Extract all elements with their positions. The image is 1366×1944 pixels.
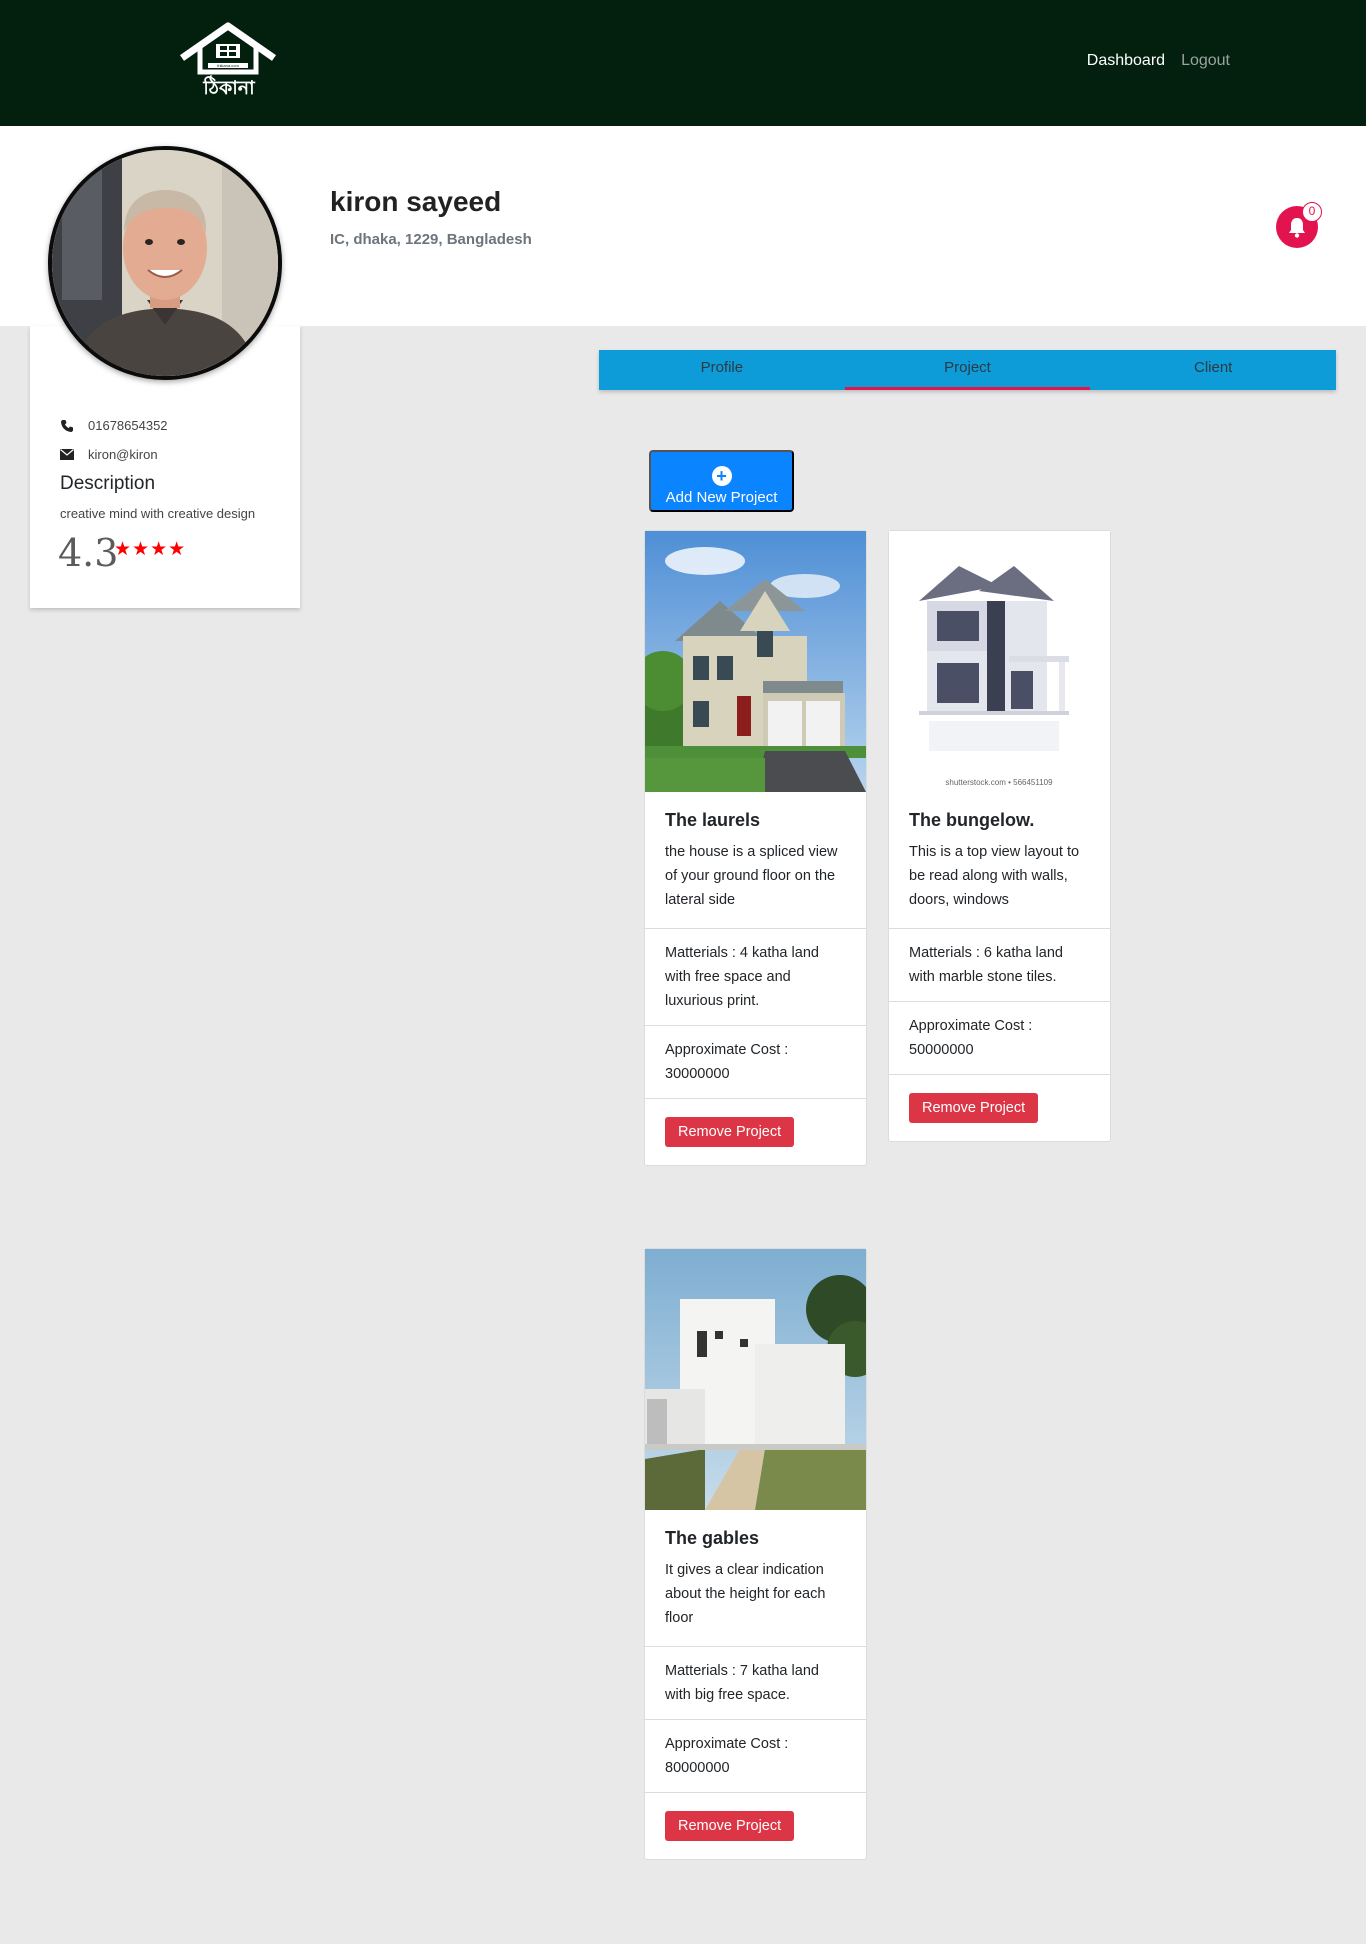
- phone-icon: [61, 419, 73, 432]
- description-heading: Description: [60, 473, 156, 494]
- profile-photo: [52, 150, 278, 376]
- tab-profile[interactable]: Profile: [599, 350, 845, 390]
- image-watermark: shutterstock.com • 566451109: [945, 778, 1053, 787]
- project-cost: Approximate Cost : 50000000: [889, 1001, 1110, 1074]
- email-address: kiron@kiron: [88, 447, 158, 462]
- remove-project-button[interactable]: Remove Project: [665, 1811, 795, 1841]
- phone-row: 01678654352: [60, 418, 168, 433]
- add-new-project-button[interactable]: + Add New Project: [649, 450, 794, 512]
- envelope-icon: [60, 449, 74, 460]
- tab-client[interactable]: Client: [1090, 350, 1336, 390]
- tab-project[interactable]: Project: [844, 350, 1091, 390]
- nav-logout-link[interactable]: Logout: [1181, 52, 1230, 70]
- avatar: [48, 146, 282, 380]
- notification-count-badge: 0: [1302, 202, 1322, 222]
- brand-small-text: thikana.com: [217, 63, 239, 68]
- user-address: IC, dhaka, 1229, Bangladesh: [330, 231, 532, 248]
- remove-project-button[interactable]: Remove Project: [909, 1093, 1039, 1123]
- house-logo-icon: thikana.com: [180, 22, 276, 75]
- project-materials: Matterials : 4 katha land with free spac…: [645, 928, 866, 1025]
- project-image: shutterstock.com • 566451109: [889, 531, 1110, 792]
- project-title: The gables: [665, 1528, 760, 1548]
- email-row: kiron@kiron: [60, 447, 158, 462]
- project-image: [645, 531, 866, 792]
- project-description: It gives a clear indication about the he…: [665, 1562, 826, 1626]
- project-card: The laurels the house is a spliced view …: [644, 530, 867, 1166]
- top-navbar: thikana.com ঠিকানা Dashboard Logout: [0, 0, 1366, 126]
- project-description: This is a top view layout to be read alo…: [909, 844, 1080, 908]
- project-card: shutterstock.com • 566451109 The bungelo…: [888, 530, 1111, 1142]
- nav-links: Dashboard Logout: [1087, 52, 1230, 70]
- user-name: kiron sayeed: [330, 186, 502, 217]
- remove-project-button[interactable]: Remove Project: [665, 1117, 795, 1147]
- phone-number: 01678654352: [88, 418, 168, 433]
- add-new-project-label: Add New Project: [665, 489, 778, 506]
- project-image: [645, 1249, 866, 1510]
- project-title: The bungelow.: [909, 810, 1035, 830]
- brand-logo[interactable]: thikana.com ঠিকানা: [178, 22, 278, 102]
- description-text: creative mind with creative design: [60, 506, 256, 521]
- project-cost: Approximate Cost : 80000000: [645, 1719, 866, 1792]
- rating-stars: ★★★★: [114, 539, 187, 560]
- plus-circle-icon: +: [711, 466, 732, 486]
- profile-tabs: Profile Project Client: [599, 350, 1336, 390]
- nav-dashboard-link[interactable]: Dashboard: [1087, 52, 1165, 70]
- project-cost: Approximate Cost : 30000000: [645, 1025, 866, 1098]
- project-materials: Matterials : 7 katha land with big free …: [645, 1646, 866, 1719]
- brand-name: ঠিকানা: [203, 77, 255, 99]
- project-description: the house is a spliced view of your grou…: [665, 844, 838, 908]
- rating-value: 4.3: [58, 531, 119, 575]
- project-materials: Matterials : 6 katha land with marble st…: [889, 928, 1110, 1001]
- bell-icon: [1289, 218, 1305, 238]
- project-title: The laurels: [665, 810, 761, 830]
- project-card: The gables It gives a clear indication a…: [644, 1248, 867, 1860]
